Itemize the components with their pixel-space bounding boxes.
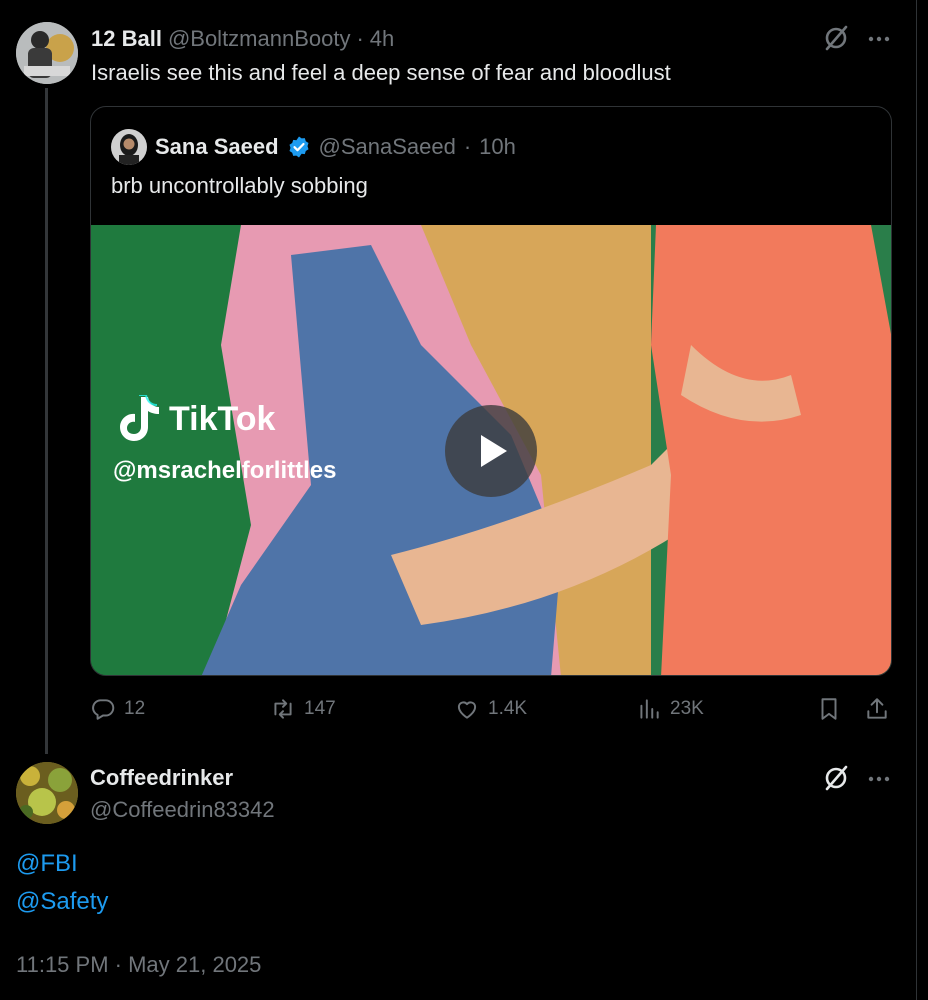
- repost-icon: [274, 699, 292, 719]
- reply-author-handle[interactable]: @Coffeedrin83342: [90, 797, 275, 823]
- column-border: [916, 0, 917, 1000]
- quoted-author-handle[interactable]: @SanaSaeed: [319, 134, 456, 160]
- reply-button[interactable]: 12: [90, 696, 145, 722]
- action-bar: 12 147 1.4K 23K: [90, 696, 892, 726]
- views-button[interactable]: 23K: [636, 696, 704, 722]
- post-header: 12 Ball @BoltzmannBooty · 4h: [91, 26, 394, 52]
- play-button[interactable]: [445, 405, 537, 497]
- quoted-avatar[interactable]: [111, 129, 147, 165]
- more-icon[interactable]: [866, 766, 892, 792]
- video-thumbnail[interactable]: TikTok @msrachelforlittles: [91, 225, 891, 675]
- post-timestamp[interactable]: 11:15 PM · May 21, 2025: [16, 952, 261, 978]
- separator: ·: [463, 134, 472, 159]
- quoted-post-text: brb uncontrollably sobbing: [111, 173, 368, 198]
- like-count: 1.4K: [488, 698, 528, 719]
- speech-bubble-icon: [92, 699, 115, 720]
- verified-badge-icon: [289, 136, 309, 158]
- mention-link[interactable]: @Safety: [16, 888, 108, 916]
- grok-icon[interactable]: [822, 764, 850, 792]
- more-icon[interactable]: [866, 26, 892, 52]
- bookmark-icon: [821, 698, 837, 720]
- heart-icon: [457, 701, 477, 719]
- bookmark-button[interactable]: [816, 696, 842, 722]
- author-name[interactable]: 12 Ball: [91, 26, 162, 52]
- author-handle[interactable]: @BoltzmannBooty: [168, 26, 351, 52]
- quoted-post[interactable]: Sana Saeed @SanaSaeed · 10h brb uncontro…: [90, 106, 892, 676]
- tiktok-watermark: TikTok: [119, 395, 275, 443]
- quoted-post-header: Sana Saeed @SanaSaeed · 10h: [111, 129, 516, 165]
- bar-chart-icon: [640, 699, 659, 719]
- post-text: Israelis see this and feel a deep sense …: [91, 60, 671, 85]
- share-button[interactable]: [864, 696, 890, 722]
- view-count: 23K: [670, 698, 704, 719]
- grok-icon[interactable]: [822, 24, 850, 52]
- play-icon: [481, 435, 507, 467]
- mention-link[interactable]: @FBI: [16, 850, 78, 878]
- repost-count: 147: [304, 698, 336, 719]
- reply-count: 12: [124, 698, 146, 719]
- tiktok-brand: TikTok: [169, 399, 276, 438]
- quoted-post-time[interactable]: 10h: [479, 134, 516, 160]
- thread-line: [45, 88, 48, 754]
- tiktok-handle: @msrachelforlittles: [113, 457, 337, 484]
- quoted-author-name[interactable]: Sana Saeed: [155, 134, 279, 160]
- tiktok-logo-icon: [120, 395, 159, 441]
- avatar[interactable]: [16, 762, 78, 824]
- reply-author-name[interactable]: Coffeedrinker: [90, 765, 233, 791]
- like-button[interactable]: 1.4K: [454, 696, 527, 722]
- post-time[interactable]: 4h: [370, 26, 394, 52]
- avatar[interactable]: [16, 22, 78, 84]
- repost-button[interactable]: 147: [270, 696, 336, 722]
- separator: ·: [356, 26, 364, 51]
- share-icon: [867, 698, 887, 719]
